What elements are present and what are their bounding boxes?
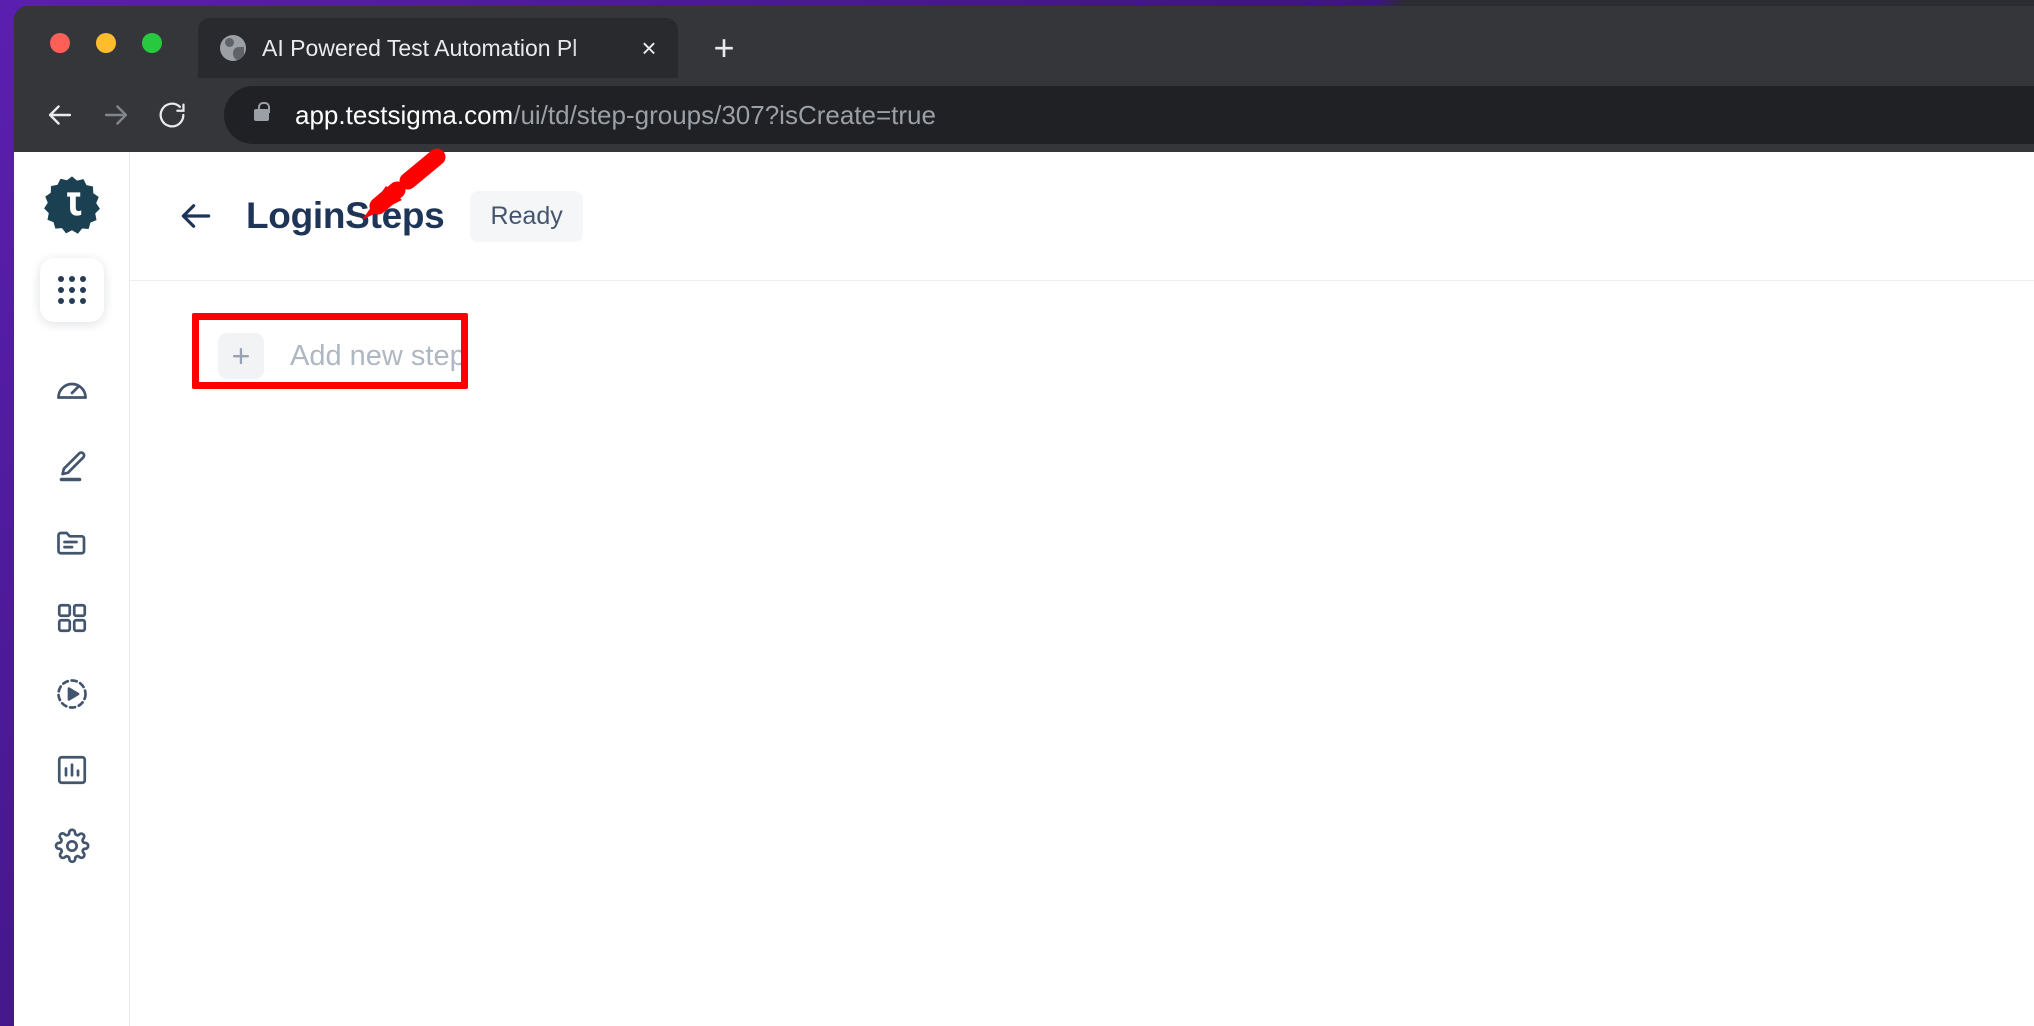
reload-icon[interactable] xyxy=(144,87,200,143)
back-arrow-icon[interactable] xyxy=(172,192,220,240)
browser-tab-title: AI Powered Test Automation Pl xyxy=(262,34,578,61)
lock-icon xyxy=(254,102,270,121)
address-bar[interactable]: app.testsigma.com/ui/td/step-groups/307?… xyxy=(224,86,2034,144)
new-tab-button[interactable]: + xyxy=(704,30,744,70)
apps-grid-icon[interactable] xyxy=(39,258,104,322)
app-sidebar xyxy=(14,152,130,1026)
sidebar-item-test-cases[interactable] xyxy=(34,504,110,580)
address-bar-url: app.testsigma.com/ui/td/step-groups/307?… xyxy=(295,100,936,131)
browser-tab-strip: AI Powered Test Automation Pl × + xyxy=(14,6,2034,78)
page-viewport: LoginSteps Ready + Add new step xyxy=(14,152,2034,1026)
sidebar-item-settings[interactable] xyxy=(34,808,110,884)
apps-grid-dots xyxy=(57,276,86,304)
plus-icon: + xyxy=(218,333,264,379)
page-title: LoginSteps xyxy=(246,195,445,236)
browser-tab[interactable]: AI Powered Test Automation Pl × xyxy=(198,18,678,78)
browser-window: AI Powered Test Automation Pl × + app.te… xyxy=(14,6,2034,1026)
add-new-step-wrapper: + Add new step xyxy=(192,313,492,391)
sidebar-item-reports[interactable] xyxy=(34,732,110,808)
maximize-window-button[interactable] xyxy=(142,33,162,53)
address-bar-path: /ui/td/step-groups/307?isCreate=true xyxy=(513,99,936,130)
sidebar-item-dashboard[interactable] xyxy=(34,352,110,428)
back-arrow-icon[interactable] xyxy=(32,87,88,143)
minimize-window-button[interactable] xyxy=(96,33,116,53)
status-badge: Ready xyxy=(470,190,583,242)
main-content: LoginSteps Ready + Add new step xyxy=(130,152,2034,1026)
browser-toolbar: app.testsigma.com/ui/td/step-groups/307?… xyxy=(14,78,2034,152)
sidebar-item-test-suites[interactable] xyxy=(34,580,110,656)
steps-content-area: + Add new step xyxy=(130,281,2034,1026)
globe-icon xyxy=(220,35,246,61)
address-bar-host: app.testsigma.com xyxy=(295,99,514,130)
testsigma-logo-icon[interactable] xyxy=(41,174,103,236)
sidebar-item-create-tests[interactable] xyxy=(34,428,110,504)
close-icon[interactable]: × xyxy=(634,35,664,61)
add-new-step-label: Add new step xyxy=(290,339,466,372)
sidebar-item-test-plans[interactable] xyxy=(34,656,110,732)
add-new-step-button[interactable]: + Add new step xyxy=(204,321,492,391)
window-traffic-lights xyxy=(50,33,162,53)
page-header: LoginSteps Ready xyxy=(130,152,2034,281)
forward-arrow-icon[interactable] xyxy=(88,87,144,143)
close-window-button[interactable] xyxy=(50,33,70,53)
